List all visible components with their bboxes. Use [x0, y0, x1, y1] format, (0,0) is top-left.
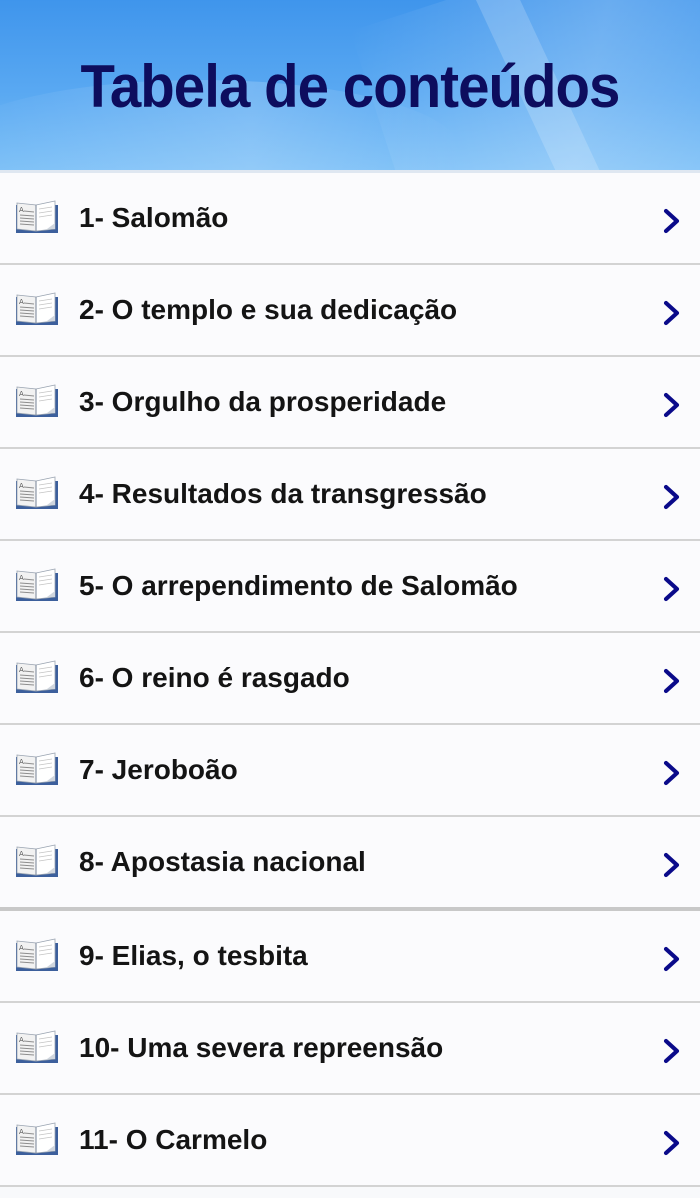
svg-text:A: A [19, 206, 24, 214]
list-item-1[interactable]: A 1- Salomão [0, 173, 700, 265]
list-item-9[interactable]: A 9- Elias, o tesbita [0, 911, 700, 1003]
list-item-label: 9- Elias, o tesbita [79, 940, 308, 971]
chevron-right-icon [663, 760, 680, 786]
svg-text:A: A [19, 482, 24, 490]
list-item-label: 2- O templo e sua dedicação [79, 294, 458, 325]
chevron-right-icon [663, 300, 680, 326]
list-item-4[interactable]: A 4- Resultados da transgressão [0, 449, 700, 541]
book-icon: A [16, 292, 58, 325]
chevron-right-icon [663, 1038, 680, 1064]
book-icon: A [16, 752, 58, 785]
chevron-right-icon [663, 576, 680, 602]
list-item-label: 8- Apostasia nacional [79, 846, 366, 877]
list-item-8[interactable]: A 8- Apostasia nacional [0, 817, 700, 911]
chevron-right-icon [663, 392, 680, 418]
list-item-label: 3- Orgulho da prosperidade [79, 386, 447, 417]
book-icon: A [16, 476, 58, 509]
list-item-6[interactable]: A 6- O reino é rasgado [0, 633, 700, 725]
book-icon: A [16, 660, 58, 693]
book-icon: A [16, 384, 58, 417]
svg-text:A: A [19, 666, 24, 674]
list-item-label: 1- Salomão [79, 202, 229, 233]
page-title: Tabela de conteúdos [80, 53, 621, 120]
list-item-label: 10- Uma severa repreensão [79, 1032, 444, 1063]
list-item-7[interactable]: A 7- Jeroboão [0, 725, 700, 817]
list-item-label: 7- Jeroboão [79, 754, 238, 785]
chevron-right-icon [663, 852, 680, 878]
book-icon: A [16, 200, 58, 233]
header: Tabela de conteúdos [0, 0, 700, 173]
svg-text:A: A [19, 390, 24, 398]
book-icon: A [16, 844, 58, 877]
list-item-label: 4- Resultados da transgressão [79, 478, 487, 509]
book-icon: A [16, 938, 58, 971]
svg-text:A: A [19, 574, 24, 582]
list-item-label: 6- O reino é rasgado [79, 662, 350, 693]
chevron-right-icon [663, 668, 680, 694]
chevron-right-icon [663, 208, 680, 234]
list-item-2[interactable]: A 2- O templo e sua dedicação [0, 265, 700, 357]
chevron-right-icon [663, 484, 680, 510]
svg-text:A: A [19, 850, 24, 858]
list-item-3[interactable]: A 3- Orgulho da prosperidade [0, 357, 700, 449]
contents-list: A 1- Salomão A 2- O templo e sua dedicaç… [0, 173, 700, 1187]
svg-text:A: A [19, 298, 24, 306]
list-item-label: 11- O Carmelo [79, 1124, 268, 1155]
chevron-right-icon [663, 946, 680, 972]
svg-text:A: A [19, 944, 24, 952]
list-item-11[interactable]: A 11- O Carmelo [0, 1095, 700, 1187]
list-item-10[interactable]: A 10- Uma severa repreensão [0, 1003, 700, 1095]
svg-text:A: A [19, 1128, 24, 1136]
book-icon: A [16, 1030, 58, 1063]
svg-text:A: A [19, 1036, 24, 1044]
book-icon: A [16, 1122, 58, 1155]
list-item-5[interactable]: A 5- O arrependimento de Salomão [0, 541, 700, 633]
list-item-label: 5- O arrependimento de Salomão [79, 570, 518, 601]
chevron-right-icon [663, 1130, 680, 1156]
book-icon: A [16, 568, 58, 601]
svg-text:A: A [19, 758, 24, 766]
